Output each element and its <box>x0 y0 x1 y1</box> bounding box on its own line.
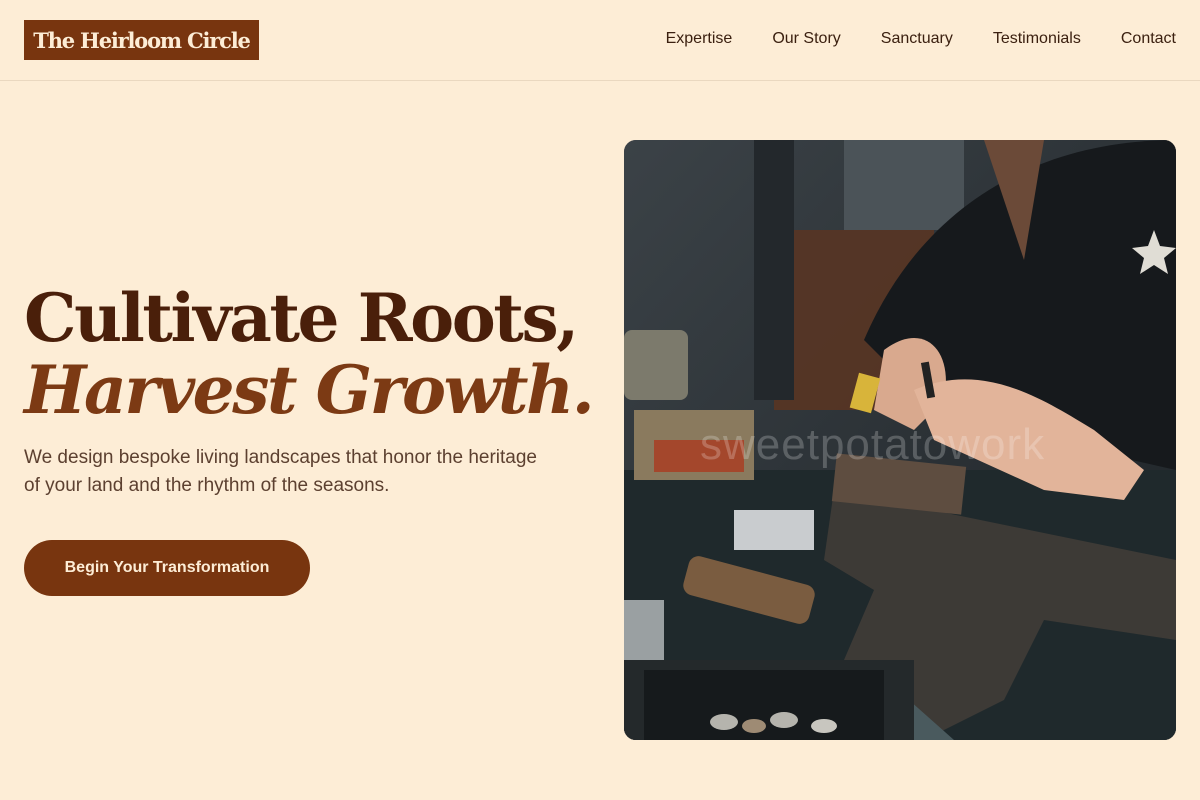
main-nav: Expertise Our Story Sanctuary Testimonia… <box>666 29 1176 49</box>
hero-title: Cultivate Roots, Harvest Growth. <box>24 279 595 429</box>
nav-link-testimonials[interactable]: Testimonials <box>993 29 1081 49</box>
begin-transformation-button[interactable]: Begin Your Transformation <box>24 540 310 596</box>
nav-link-contact[interactable]: Contact <box>1121 29 1176 49</box>
image-watermark: sweetpotatowork <box>700 420 1046 469</box>
brand-logo[interactable]: The Heirloom Circle <box>24 20 259 60</box>
hero-title-line1: Cultivate Roots, <box>24 279 579 357</box>
hero-title-line2: Harvest Growth. <box>24 351 595 429</box>
hero-lead: We design bespoke living landscapes that… <box>24 447 537 496</box>
hero-copy: Cultivate Roots, Harvest Growth. We desi… <box>24 279 595 500</box>
nav-link-expertise[interactable]: Expertise <box>666 29 733 49</box>
nav-link-our-story[interactable]: Our Story <box>772 29 840 49</box>
hero-image: sweetpotatowork <box>624 140 1176 740</box>
site-header: The Heirloom Circle Expertise Our Story … <box>0 0 1200 81</box>
nav-link-sanctuary[interactable]: Sanctuary <box>881 29 953 49</box>
